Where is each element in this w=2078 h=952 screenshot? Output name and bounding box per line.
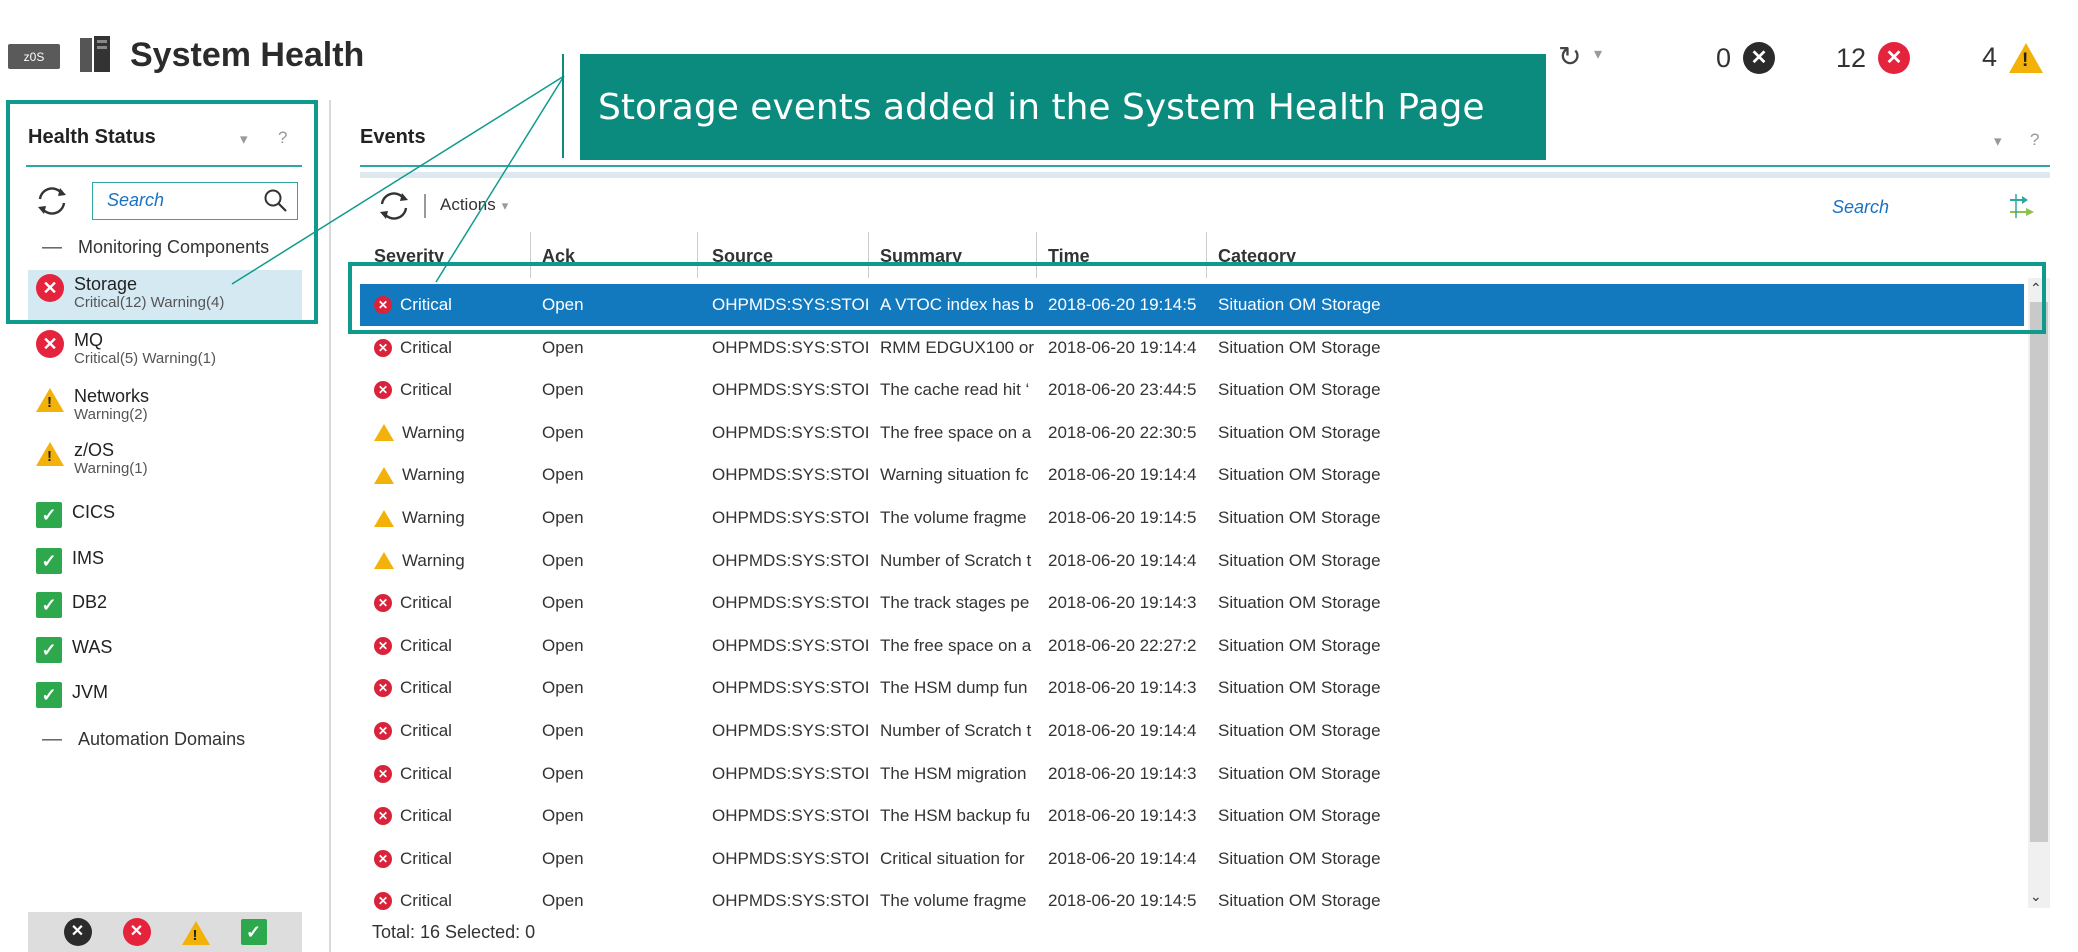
annotation-callout: Storage events added in the System Healt… xyxy=(580,54,1546,160)
highlight-frame-row xyxy=(348,262,2046,334)
highlight-frame-storage xyxy=(6,100,318,324)
callout-pointer xyxy=(562,54,564,158)
